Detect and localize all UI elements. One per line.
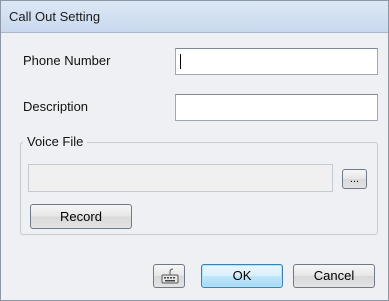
phone-number-input[interactable] — [175, 48, 378, 75]
voice-file-path-field[interactable] — [28, 164, 333, 192]
window-title: Call Out Setting — [9, 9, 101, 24]
voice-file-group-title: Voice File — [23, 134, 88, 149]
ok-button[interactable]: OK — [201, 264, 283, 288]
browse-button-label: ... — [349, 173, 360, 185]
keyboard-icon — [161, 268, 179, 284]
browse-button[interactable]: ... — [342, 169, 367, 189]
record-button[interactable]: Record — [30, 204, 132, 229]
text-caret — [180, 54, 181, 69]
keyboard-button[interactable] — [153, 264, 185, 288]
record-button-label: Record — [60, 209, 102, 224]
title-bar[interactable]: Call Out Setting — [1, 1, 388, 33]
cancel-button[interactable]: Cancel — [293, 264, 375, 288]
call-out-setting-dialog: Call Out Setting Phone Number Descriptio… — [0, 0, 389, 301]
description-label: Description — [23, 99, 89, 114]
cancel-button-label: Cancel — [313, 268, 355, 283]
ok-button-label: OK — [232, 268, 252, 283]
description-input[interactable] — [175, 94, 378, 121]
phone-number-label: Phone Number — [23, 53, 111, 68]
